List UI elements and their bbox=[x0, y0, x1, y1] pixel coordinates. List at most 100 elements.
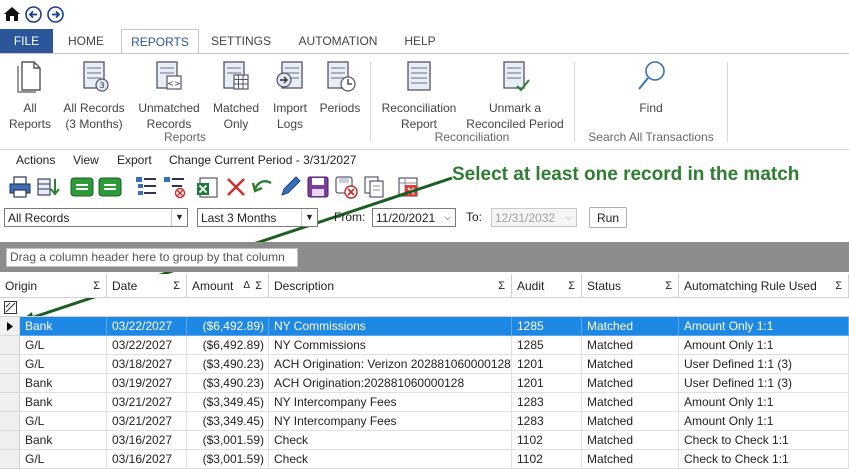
tab-automation[interactable]: AUTOMATION bbox=[289, 29, 387, 53]
match-all-icon[interactable] bbox=[98, 175, 122, 199]
cell-status[interactable]: Matched bbox=[582, 450, 679, 469]
sum-icon[interactable]: Σ bbox=[498, 274, 505, 298]
cell-amount[interactable]: ($6,492.89) bbox=[187, 317, 269, 336]
cell-status[interactable]: Matched bbox=[582, 412, 679, 431]
records-filter-select[interactable]: All Records ▼ bbox=[4, 208, 188, 227]
cell-date[interactable]: 03/21/2027 bbox=[107, 393, 187, 412]
cell-amount[interactable]: ($3,349.45) bbox=[187, 393, 269, 412]
tab-home[interactable]: HOME bbox=[58, 29, 114, 53]
cell-audit[interactable]: 1285 bbox=[512, 317, 582, 336]
table-row[interactable]: G/L 03/18/2027 ($3,490.23) ACH Origination:… bbox=[0, 355, 849, 374]
save-icon[interactable] bbox=[306, 175, 330, 199]
import-logs-button[interactable]: Import Logs bbox=[268, 58, 312, 132]
row-selector[interactable] bbox=[0, 355, 20, 374]
cell-date[interactable]: 03/22/2027 bbox=[107, 336, 187, 355]
row-selector[interactable] bbox=[0, 393, 20, 412]
cell-rule[interactable]: Amount Only 1:1 bbox=[679, 317, 849, 336]
cell-status[interactable]: Matched bbox=[582, 431, 679, 450]
menu-change-period[interactable]: Change Current Period - 3/31/2027 bbox=[169, 153, 356, 167]
row-selector[interactable] bbox=[0, 374, 20, 393]
menu-export[interactable]: Export bbox=[117, 153, 152, 167]
cell-audit[interactable]: 1102 bbox=[512, 450, 582, 469]
table-row[interactable]: Bank 03/21/2027 ($3,349.45) NY Intercompany… bbox=[0, 393, 849, 412]
match-icon[interactable] bbox=[70, 175, 94, 199]
column-header-amount[interactable]: Amount Δ Σ bbox=[187, 274, 269, 298]
cell-audit[interactable]: 1283 bbox=[512, 393, 582, 412]
cell-origin[interactable]: G/L bbox=[20, 450, 107, 469]
cell-audit[interactable]: 1283 bbox=[512, 412, 582, 431]
sum-icon[interactable]: Σ bbox=[665, 274, 672, 298]
cell-origin[interactable]: G/L bbox=[20, 412, 107, 431]
sum-icon[interactable]: Σ bbox=[93, 274, 100, 298]
unmark-reconciled-period-button[interactable]: Unmark a Reconciled Period bbox=[464, 58, 566, 132]
cell-rule[interactable]: User Defined 1:1 (3) bbox=[679, 374, 849, 393]
column-header-audit[interactable]: Audit Σ bbox=[512, 274, 582, 298]
table-row[interactable]: Bank 03/19/2027 ($3,490.23) ACH Origination… bbox=[0, 374, 849, 393]
chevron-down-icon[interactable]: ⌵ bbox=[440, 209, 455, 226]
find-button[interactable]: Find bbox=[626, 58, 676, 116]
row-selector[interactable] bbox=[0, 336, 20, 355]
cell-status[interactable]: Matched bbox=[582, 393, 679, 412]
cell-date[interactable]: 03/16/2027 bbox=[107, 431, 187, 450]
row-selector[interactable] bbox=[0, 431, 20, 450]
filter-clear-icon[interactable] bbox=[4, 301, 17, 314]
cell-amount[interactable]: ($3,001.59) bbox=[187, 431, 269, 450]
cell-status[interactable]: Matched bbox=[582, 317, 679, 336]
cell-origin[interactable]: G/L bbox=[20, 336, 107, 355]
grid-filter-row[interactable] bbox=[0, 298, 849, 317]
range-filter-select[interactable]: Last 3 Months ▼ bbox=[197, 208, 318, 227]
menu-actions[interactable]: Actions bbox=[16, 153, 55, 167]
cell-origin[interactable]: G/L bbox=[20, 355, 107, 374]
cell-description[interactable]: ACH Origination: Verizon 202881060000128 bbox=[269, 355, 512, 374]
home-icon[interactable] bbox=[2, 4, 22, 24]
cell-description[interactable]: NY Commissions bbox=[269, 336, 512, 355]
print-icon[interactable] bbox=[8, 175, 32, 199]
cell-rule[interactable]: User Defined 1:1 (3) bbox=[679, 355, 849, 374]
excel-export-icon[interactable] bbox=[196, 175, 220, 199]
column-header-status[interactable]: Status Σ bbox=[582, 274, 679, 298]
back-icon[interactable] bbox=[23, 4, 43, 24]
cell-date[interactable]: 03/18/2027 bbox=[107, 355, 187, 374]
column-chooser-icon[interactable] bbox=[36, 175, 60, 199]
chevron-down-icon[interactable]: ▼ bbox=[301, 209, 317, 226]
cell-rule[interactable]: Check to Check 1:1 bbox=[679, 450, 849, 469]
cell-description[interactable]: NY Intercompany Fees bbox=[269, 412, 512, 431]
table-row[interactable]: G/L 03/22/2027 ($6,492.89) NY Commissions 12… bbox=[0, 336, 849, 355]
cell-origin[interactable]: Bank bbox=[20, 317, 107, 336]
cell-description[interactable]: ACH Origination:202881060000128 bbox=[269, 374, 512, 393]
sum-icon[interactable]: Σ bbox=[568, 274, 575, 298]
column-header-origin[interactable]: Origin Σ bbox=[0, 274, 107, 298]
cell-description[interactable]: Check bbox=[269, 450, 512, 469]
all-records-3-months-button[interactable]: 3 All Records (3 Months) bbox=[62, 58, 126, 132]
cell-description[interactable]: NY Intercompany Fees bbox=[269, 393, 512, 412]
cell-rule[interactable]: Amount Only 1:1 bbox=[679, 336, 849, 355]
cell-origin[interactable]: Bank bbox=[20, 393, 107, 412]
sum-icon[interactable]: Σ bbox=[255, 274, 262, 298]
unmatched-records-button[interactable]: <> Unmatched Records bbox=[134, 58, 204, 132]
menu-view[interactable]: View bbox=[73, 153, 99, 167]
column-header-automatching-rule[interactable]: Automatching Rule Used Σ bbox=[679, 274, 849, 298]
cell-amount[interactable]: ($3,349.45) bbox=[187, 412, 269, 431]
delete-icon[interactable] bbox=[224, 175, 248, 199]
tab-file[interactable]: FILE bbox=[0, 29, 53, 53]
all-reports-button[interactable]: All Reports bbox=[6, 58, 54, 132]
cell-description[interactable]: NY Commissions bbox=[269, 317, 512, 336]
ungroup-list-icon[interactable] bbox=[162, 175, 186, 199]
sum-icon[interactable]: Σ bbox=[173, 274, 180, 298]
tab-reports[interactable]: REPORTS bbox=[121, 29, 199, 54]
cell-rule[interactable]: Check to Check 1:1 bbox=[679, 431, 849, 450]
column-header-description[interactable]: Description Σ bbox=[269, 274, 512, 298]
table-row[interactable]: Bank 03/22/2027 ($6,492.89) NY Commissions 1… bbox=[0, 317, 849, 336]
run-button[interactable]: Run bbox=[589, 207, 627, 228]
cell-audit[interactable]: 1201 bbox=[512, 355, 582, 374]
cell-date[interactable]: 03/16/2027 bbox=[107, 450, 187, 469]
row-selector[interactable] bbox=[0, 412, 20, 431]
from-date-picker[interactable]: 11/20/2021 ⌵ bbox=[372, 208, 456, 227]
tab-help[interactable]: HELP bbox=[396, 29, 444, 53]
cell-rule[interactable]: Amount Only 1:1 bbox=[679, 393, 849, 412]
cell-amount[interactable]: ($3,490.23) bbox=[187, 355, 269, 374]
cell-date[interactable]: 03/21/2027 bbox=[107, 412, 187, 431]
cell-status[interactable]: Matched bbox=[582, 374, 679, 393]
column-header-date[interactable]: Date Σ bbox=[107, 274, 187, 298]
row-selector[interactable] bbox=[0, 317, 20, 336]
